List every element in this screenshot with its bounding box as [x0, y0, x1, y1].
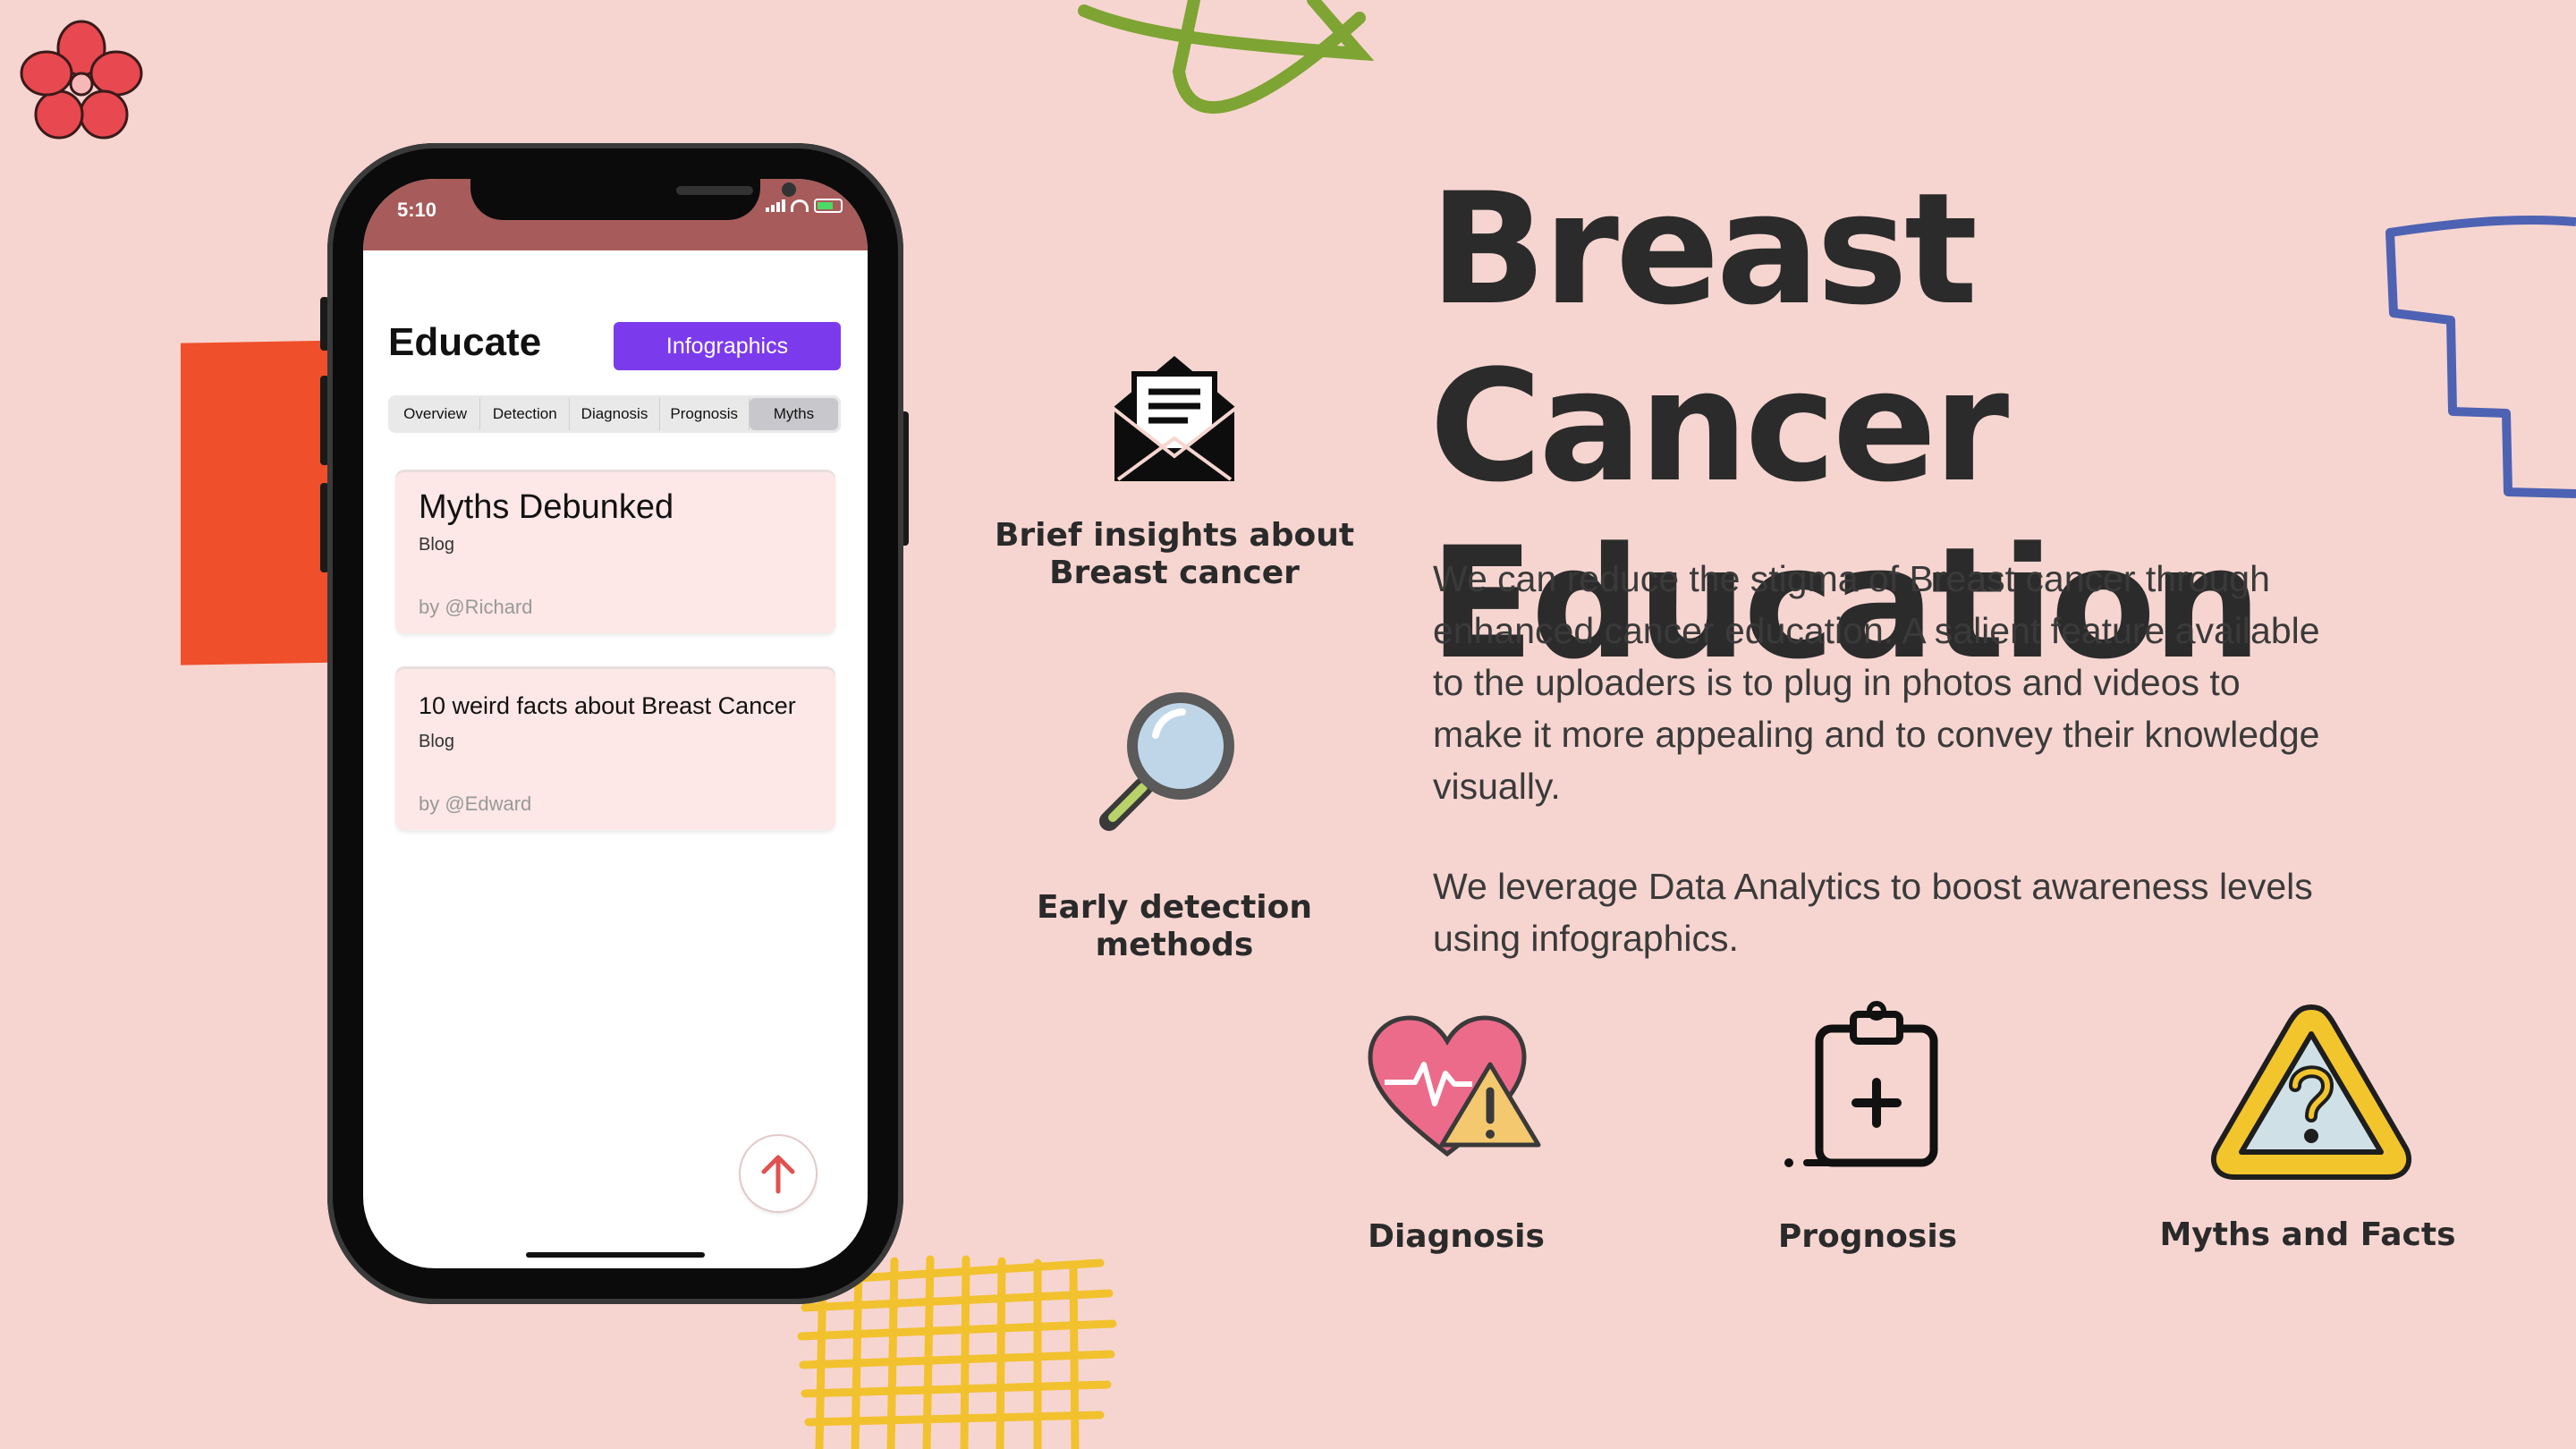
- tab-myths[interactable]: Myths: [749, 398, 839, 430]
- card-type: Blog: [419, 732, 455, 751]
- phone-screen: 5:10 Educate Infographics Overview Detec…: [363, 179, 868, 1268]
- home-indicator: [526, 1252, 705, 1258]
- feature-prognosis-label: Prognosis: [1777, 1218, 1958, 1255]
- tab-detection[interactable]: Detection: [480, 398, 571, 430]
- wifi-icon: [791, 199, 809, 212]
- card-title: Myths Debunked: [419, 488, 674, 526]
- card-author: by @Edward: [419, 792, 532, 815]
- scroll-top-button[interactable]: [741, 1136, 816, 1211]
- speaker: [676, 186, 753, 195]
- feature-detection-label: Early detection methods: [1036, 889, 1313, 963]
- front-camera: [782, 182, 796, 197]
- clipboard-plus-icon: [1784, 1001, 1938, 1167]
- list-item[interactable]: 10 weird facts about Breast Cancer Blog …: [395, 669, 835, 830]
- card-title: 10 weird facts about Breast Cancer: [419, 692, 796, 719]
- notch: [470, 179, 796, 220]
- status-icons: [766, 199, 843, 213]
- battery-icon: [814, 199, 843, 213]
- tab-overview[interactable]: Overview: [391, 398, 481, 430]
- status-bar: 5:10: [363, 179, 868, 250]
- feature-insights-label: Brief insights about Breast cancer: [993, 517, 1356, 592]
- feature-insights-line2: Breast cancer: [1049, 555, 1300, 591]
- description-paragraph-1: We can reduce the stigma of Breast cance…: [1433, 558, 2320, 807]
- tab-prognosis[interactable]: Prognosis: [660, 398, 750, 430]
- green-scribble-decoration: [1078, 0, 1375, 114]
- feature-myths-label: Myths and Facts: [2159, 1216, 2456, 1253]
- signal-icon: [766, 199, 785, 212]
- description-paragraph-2: We leverage Data Analytics to boost awar…: [1433, 866, 2313, 959]
- card-author: by @Richard: [419, 596, 533, 618]
- infographics-button[interactable]: Infographics: [614, 322, 841, 370]
- page-title: Educate: [388, 320, 542, 364]
- feature-diagnosis-label: Diagnosis: [1368, 1218, 1545, 1255]
- heart-warning-icon: [1368, 1015, 1541, 1157]
- magnifier-icon: [1099, 692, 1234, 831]
- segmented-control: Overview Detection Diagnosis Prognosis M…: [388, 395, 841, 433]
- status-time: 5:10: [397, 199, 437, 221]
- card-type: Blog: [419, 535, 455, 555]
- envelope-icon: [1111, 356, 1238, 485]
- question-triangle-icon: [2210, 1004, 2412, 1180]
- flower-decoration: [20, 20, 143, 140]
- feature-insights-line1: Brief insights about: [994, 517, 1355, 554]
- arrow-up-icon: [761, 1155, 795, 1194]
- list-item[interactable]: Myths Debunked Blog by @Richard: [395, 472, 835, 633]
- headline-line1: Breast Cancer: [1429, 159, 2009, 516]
- tab-diagnosis[interactable]: Diagnosis: [570, 398, 660, 430]
